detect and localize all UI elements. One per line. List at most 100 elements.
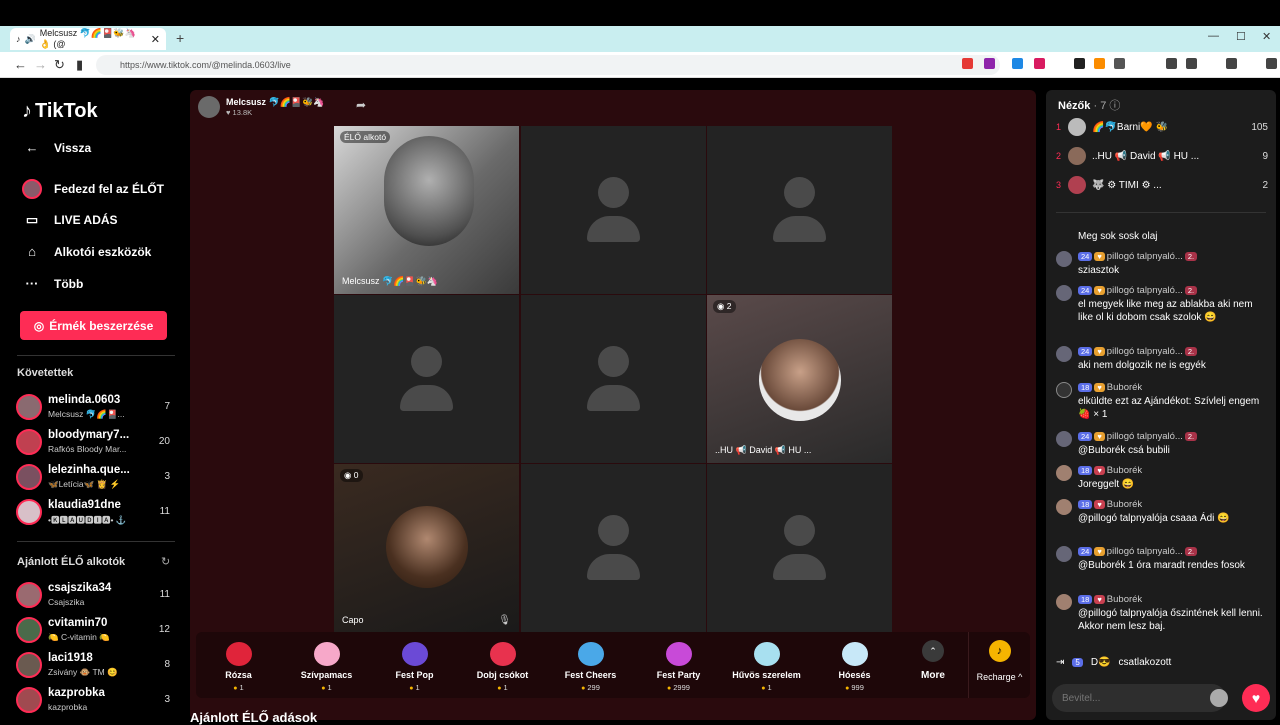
music-icon[interactable]	[1166, 58, 1177, 69]
chat-message[interactable]: 18 ♥ Buborék @pillogó talpnyalója csaaa Ád…	[1056, 499, 1270, 539]
gift-item[interactable]: Szívpamacs 1	[284, 632, 369, 698]
minimize-icon[interactable]: —	[1208, 30, 1219, 42]
chat-message[interactable]: 24 ♥ pillogó talpnyaló... 2. @Buborék 1 óra…	[1056, 546, 1270, 586]
refresh-icon[interactable]: ↻	[161, 555, 170, 568]
user-placeholder-icon	[598, 346, 629, 377]
browser-tab[interactable]: ♪ 🔊 Melcsusz 🐬🌈🎴🐝🦄👌 (@ ✕	[10, 28, 166, 50]
creator-badge: ÉLŐ alkotó	[340, 131, 391, 143]
empty-seat[interactable]	[707, 126, 892, 294]
host-video-cell[interactable]: ÉLŐ alkotó Melcsusz 🐬🌈🎴🐝🦄	[334, 126, 519, 294]
sidebar-icon[interactable]	[1186, 58, 1197, 69]
join-notice: ⇥ 5 D😎 csatlakozott	[1056, 657, 1172, 668]
guest-cell-capo[interactable]: ◉ 0 Capo 🎙	[334, 464, 519, 632]
emoji-icon[interactable]	[1210, 689, 1228, 707]
extension-icon[interactable]	[962, 58, 973, 69]
following-item[interactable]: melinda.0603 Melcsusz 🐬🌈🎴... 7	[16, 392, 176, 422]
gift-item[interactable]: Fest Pop 1	[372, 632, 457, 698]
extension-icon[interactable]	[1034, 58, 1045, 69]
following-item[interactable]: klaudia91dne •🅺🅻🅰🆄🅳🅸🅰• ⚓ 11	[16, 497, 176, 527]
extension-icon[interactable]	[1012, 58, 1023, 69]
tiktok-page: ♪ TikTok ← Vissza Fedezd fel az ÉLŐT ▭ L…	[0, 78, 1280, 725]
chat-input[interactable]	[1052, 684, 1226, 712]
like-heart-icon[interactable]: ♥	[1242, 684, 1270, 712]
viewers-title: Nézők · 7 ⓘ	[1058, 100, 1121, 112]
extension-icon[interactable]	[1114, 58, 1125, 69]
gift-item[interactable]: Hóesés 999	[812, 632, 897, 698]
more-gifts-button[interactable]: ⌃ More	[908, 640, 958, 681]
info-icon[interactable]: ⓘ	[1109, 100, 1120, 112]
download-icon[interactable]	[1226, 58, 1237, 69]
recommended-item[interactable]: laci1918 Zsivány 🐵 TM 😊 8	[16, 650, 176, 680]
extension-icon[interactable]	[1074, 58, 1085, 69]
url-field[interactable]: https://www.tiktok.com/@melinda.0603/liv…	[96, 55, 1000, 75]
recommended-item[interactable]: csajszika34 Csajszika 11	[16, 580, 176, 610]
gift-bar: Rózsa 1 Szívpamacs 1 Fest Pop 1 Dobj csó…	[196, 632, 1030, 698]
share-icon[interactable]: ➦	[356, 98, 366, 112]
recommended-item[interactable]: cvitamin70 🍋 C-vitamin 🍋 12	[16, 615, 176, 645]
avatar	[1056, 285, 1072, 301]
guest-count-badge: ◉ 0	[340, 469, 363, 482]
empty-seat[interactable]	[521, 126, 706, 294]
bookmark-icon[interactable]: ▮	[76, 57, 83, 73]
host-info[interactable]: Melcsusz 🐬🌈🎴🐝🦄 ♥ 13.8K	[198, 96, 325, 118]
window-close-icon[interactable]: ✕	[1262, 30, 1271, 43]
tiktok-favicon-icon: ♪	[16, 34, 21, 44]
gift-message[interactable]: 18 ♥ Buborék elküldte ezt az Ajándékot: Sz…	[1056, 382, 1270, 422]
back-link[interactable]: ← Vissza	[22, 140, 92, 155]
gift-item[interactable]: Fest Cheers 299	[548, 632, 633, 698]
following-item[interactable]: bloodymary7... Rafkós Bloody Mar... 20	[16, 427, 176, 457]
multi-guest-grid: ÉLŐ alkotó Melcsusz 🐬🌈🎴🐝🦄 ◉ 2 ..HU 📢 Dav…	[334, 126, 892, 632]
user-placeholder-icon	[587, 554, 640, 580]
chat-message[interactable]: 24 ♥ pillogó talpnyaló... 2. el megyek like…	[1056, 285, 1270, 337]
chat-message[interactable]: 18 ♥ Buborék Joreggelt 😄	[1056, 465, 1270, 495]
gift-item[interactable]: Hűvös szerelem 1	[724, 632, 809, 698]
reload-icon[interactable]: ↻	[54, 57, 65, 73]
nav-live[interactable]: ▭ LIVE ADÁS	[22, 212, 118, 228]
nav-explore-live[interactable]: Fedezd fel az ÉLŐT	[22, 179, 164, 199]
nav-more[interactable]: ··· Több	[22, 276, 84, 291]
maximize-icon[interactable]: ☐	[1236, 30, 1246, 43]
empty-seat[interactable]	[521, 464, 706, 632]
menu-icon[interactable]	[1266, 58, 1277, 69]
back-arrow-icon[interactable]: ←	[14, 57, 27, 72]
gift-item[interactable]: Fest Party 2999	[636, 632, 721, 698]
recommended-title: Ajánlott ÉLŐ alkotók	[17, 556, 126, 568]
chat-message[interactable]: 24 ♥ pillogó talpnyaló... 2. @Buborék csá b…	[1056, 431, 1270, 461]
tiktok-logo[interactable]: ♪ TikTok	[22, 100, 98, 123]
recharge-button[interactable]: ♪ Recharge ^	[968, 632, 1030, 698]
empty-seat[interactable]	[707, 464, 892, 632]
gift-item[interactable]: Dobj csókot 1	[460, 632, 545, 698]
user-placeholder-icon	[784, 177, 815, 208]
gift-item[interactable]: Rózsa 1	[196, 632, 281, 698]
viewer-row[interactable]: 1 🌈🐬Barni🧡 🐝 105	[1056, 117, 1268, 139]
forward-arrow-icon[interactable]: →	[34, 57, 47, 72]
empty-seat[interactable]	[334, 295, 519, 463]
avatar	[16, 582, 42, 608]
chat-message[interactable]: 24 ♥ pillogó talpnyaló... 2. sziasztok	[1056, 251, 1270, 281]
guest-cell-david[interactable]: ◉ 2 ..HU 📢 David 📢 HU ...	[707, 295, 892, 463]
user-placeholder-icon	[411, 346, 442, 377]
avatar	[16, 464, 42, 490]
tab-close-icon[interactable]: ✕	[151, 33, 160, 46]
empty-seat[interactable]	[521, 295, 706, 463]
chat-message[interactable]: 18 ♥ Buborék @pillogó talpnyalója őszintén…	[1056, 594, 1270, 648]
get-coins-button[interactable]: ◎ Érmék beszerzése	[20, 311, 167, 340]
address-toolbar: ← → ↻ ▮ https://www.tiktok.com/@melinda.…	[0, 52, 1280, 78]
live-stream-panel: Melcsusz 🐬🌈🎴🐝🦄 ♥ 13.8K ➦ ÉLŐ alkotó Melc…	[190, 90, 1036, 720]
recommended-item[interactable]: kazprobka kazprobka 3	[16, 685, 176, 715]
tab-strip	[0, 26, 1280, 52]
extension-icon[interactable]	[1094, 58, 1105, 69]
chat-message[interactable]: 24 ♥ pillogó talpnyaló... 2. aki nem dolgoz…	[1056, 346, 1270, 376]
avatar	[1056, 499, 1072, 515]
nav-creator-tools[interactable]: ⌂ Alkotói eszközök	[22, 244, 151, 259]
avatar	[16, 394, 42, 420]
left-sidebar: ♪ TikTok ← Vissza Fedezd fel az ÉLŐT ▭ L…	[0, 78, 185, 720]
cool-heart-icon	[754, 642, 780, 666]
following-item[interactable]: lelezinha.que... 🦋Letícia🦋 👸 ⚡ 3	[16, 462, 176, 492]
viewer-row[interactable]: 2 ..HU 📢 David 📢 HU ... 9	[1056, 146, 1268, 168]
rose-icon	[226, 642, 252, 666]
extension-icon[interactable]	[984, 58, 995, 69]
new-tab-button[interactable]: +	[176, 30, 184, 46]
viewer-row[interactable]: 3 🐺 ⚙ TIMI ⚙ ... 2	[1056, 175, 1268, 197]
muted-mic-icon: 🎙	[498, 615, 511, 626]
